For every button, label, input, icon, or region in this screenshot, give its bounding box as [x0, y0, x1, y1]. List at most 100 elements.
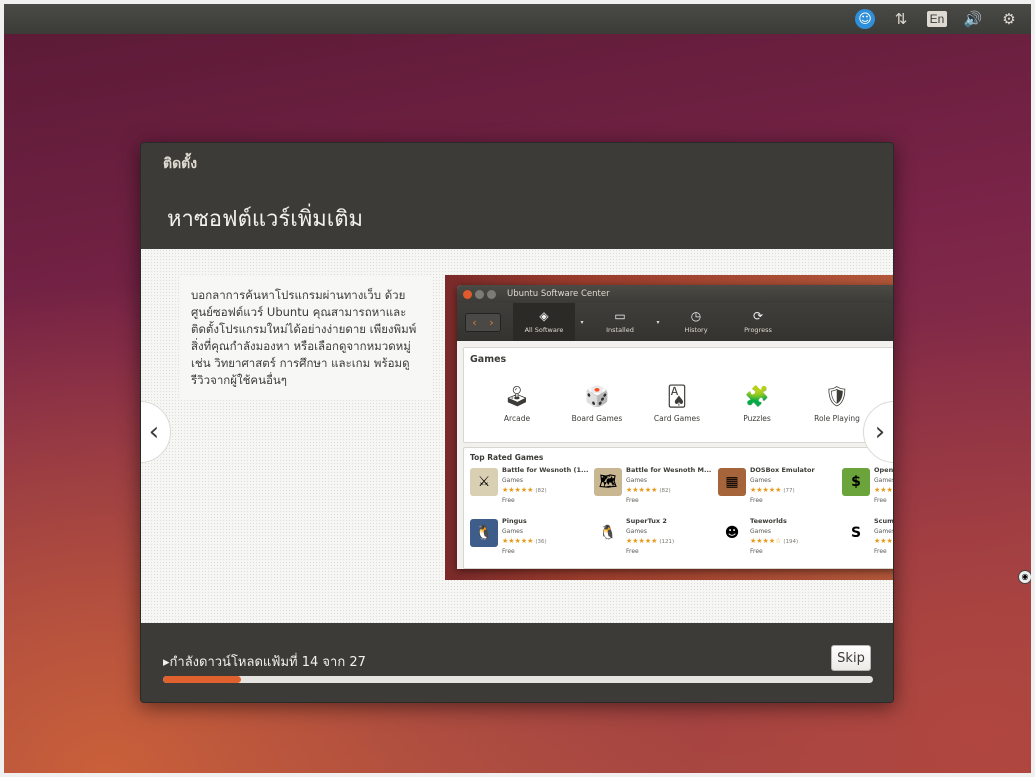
keyboard-layout-icon[interactable]: En [925, 7, 949, 31]
app-name: Teeworlds [750, 517, 787, 525]
category-4: 🛡 Role Playing [802, 382, 872, 423]
app-price: Free [874, 548, 887, 555]
top-rated-section: Top Rated Games ⚔ Battle for Wesnoth (1..… [463, 447, 894, 569]
app-item: ⚔ Battle for Wesnoth (1... Games Free ★★★★★(… [466, 464, 590, 514]
rating-count: (77) [783, 488, 795, 494]
slideshow: บอกลาการค้นหาโปรแกรมผ่านทางเว็บ ด้วยศูนย… [141, 249, 894, 623]
window-maximize-icon [487, 289, 496, 299]
settings-gear-icon[interactable]: ⚙ [997, 7, 1021, 31]
app-rating: ★★★★★ [874, 486, 893, 494]
dropdown-arrow-icon: ▾ [656, 318, 660, 326]
app-price: Free [750, 497, 763, 504]
app-rating: ★★★★★ (82) [626, 486, 671, 494]
app-category: Games [502, 477, 523, 484]
rating-stars: ★★★★★ [874, 537, 893, 545]
scummvm-icon: S [842, 519, 870, 547]
accessibility-icon[interactable]: ☺ [853, 7, 877, 31]
app-category: Games [626, 528, 647, 535]
app-price: Free [502, 497, 515, 504]
app-price: Free [626, 548, 639, 555]
dice-icon: 🎲 [584, 384, 610, 408]
app-rating: ★★★★★ (82) [502, 486, 547, 494]
tool-progress: ⟳ Progress [744, 309, 772, 334]
top-panel: ☺ ⇅ En 🔊 ⚙ [4, 4, 1031, 34]
back-arrow-icon: ‹ [466, 313, 483, 331]
rating-stars: ★★★★★ [750, 486, 782, 494]
rating-stars: ★★★★★ [502, 486, 534, 494]
software-center-window: Ubuntu Software Center ‹ › ◈ All Softwar… [457, 285, 894, 569]
progress-bar-fill [163, 676, 242, 683]
rating-count: (194) [783, 539, 799, 545]
dialog-title: ติดตั้ง [163, 156, 198, 172]
top-rated-heading: Top Rated Games [470, 453, 544, 462]
puzzle-icon: 🧩 [744, 384, 770, 408]
arcade-cabinet-icon: 🕹 [504, 384, 530, 408]
cards-icon: 🂡 [666, 384, 688, 408]
dropdown-arrow-icon: ▾ [580, 318, 584, 326]
app-item: $ OpenTTD Games Free ★★★★★ [838, 464, 893, 514]
skip-button[interactable]: Skip [831, 645, 871, 671]
app-item: ☻ Teeworlds Games Free ★★★★☆ (194) [714, 515, 838, 565]
app-rating: ★★★★★ (121) [626, 537, 674, 545]
desktop-background: ☺ ⇅ En 🔊 ⚙ ติดตั้ง หาซอฟต์แวร์เพิ่มเติม … [4, 4, 1031, 773]
app-name: DOSBox Emulator [750, 466, 815, 474]
installer-dialog: ติดตั้ง หาซอฟต์แวร์เพิ่มเติม บอกลาการค้น… [140, 142, 894, 703]
app-price: Free [626, 497, 639, 504]
games-section: Games 🕹 Arcade 🎲 Board Games 🂡 Card Games 🧩 Puz… [463, 347, 893, 443]
rating-count: (82) [535, 488, 547, 494]
dialog-footer: ▸กำลังดาวน์โหลดแฟ้มที่ 14 จาก 27 Skip [141, 623, 893, 702]
mouse-cursor-icon: ◉ [1018, 570, 1031, 584]
category-label: Role Playing [814, 414, 860, 423]
app-rating: ★★★★☆ (194) [750, 537, 798, 545]
wesnoth-map-icon: 🗺 [594, 468, 622, 496]
app-rating: ★★★★★ [874, 537, 893, 545]
app-item: 🐧 SuperTux 2 Games Free ★★★★★ (121) [590, 515, 714, 565]
rating-stars: ★★★★★ [626, 486, 658, 494]
rating-stars: ★★★★☆ [750, 537, 782, 545]
rating-count: (82) [659, 488, 671, 494]
app-name: SuperTux 2 [626, 517, 667, 525]
category-0: 🕹 Arcade [482, 382, 552, 423]
volume-icon[interactable]: 🔊 [961, 7, 985, 31]
app-name: Pingus [502, 517, 527, 525]
category-3: 🧩 Puzzles [722, 382, 792, 423]
app-item: 🐧 Pingus Games Free ★★★★★ (36) [466, 515, 590, 565]
dosbox-icon: ▦ [718, 468, 746, 496]
category-2: 🂡 Card Games [642, 382, 712, 423]
rating-count: (36) [535, 539, 547, 545]
app-price: Free [502, 548, 515, 555]
app-name: Scummvm [874, 517, 894, 525]
app-category: Games [502, 528, 523, 535]
category-label: Board Games [571, 414, 623, 423]
package-icon: ◈ [539, 309, 549, 323]
app-item: 🗺 Battle for Wesnoth M... Games Free ★★★★★ (8… [590, 464, 714, 514]
nav-arrows: ‹ › [465, 312, 501, 332]
role-playing-icon: 🛡 [824, 384, 850, 408]
monitor-icon: ▭ [614, 309, 626, 323]
app-name: Battle for Wesnoth M... [626, 466, 712, 474]
software-center-screenshot: Ubuntu Software Center ‹ › ◈ All Softwar… [445, 275, 894, 580]
rating-stars: ★★★★★ [502, 537, 534, 545]
pingus-icon: 🐧 [470, 519, 498, 547]
app-category: Games [626, 477, 647, 484]
tool-all-software: ◈ All Software [513, 303, 575, 341]
progress-bar [163, 676, 873, 683]
category-label: Puzzles [743, 414, 771, 423]
language-indicator: En [926, 11, 948, 27]
rating-stars: ★★★★★ [626, 537, 658, 545]
games-heading: Games [470, 354, 507, 365]
wesnoth-shield-icon: ⚔ [470, 468, 498, 496]
category-1: 🎲 Board Games [562, 382, 632, 423]
refresh-icon: ⟳ [752, 309, 764, 323]
category-label: Arcade [503, 414, 531, 423]
app-name: Battle for Wesnoth (1... [502, 466, 589, 474]
software-center-toolbar: ‹ › ◈ All Software ▾ ▭ Installed ▾ ◷ His… [457, 303, 893, 341]
software-center-body: Games 🕹 Arcade 🎲 Board Games 🂡 Card Games 🧩 Puz… [463, 347, 894, 569]
app-item: ▦ DOSBox Emulator Games Free ★★★★★ (77) [714, 464, 838, 514]
app-item: S Scummvm Games Free ★★★★★ [838, 515, 894, 565]
app-price: Free [874, 497, 887, 504]
network-icon[interactable]: ⇅ [889, 7, 913, 31]
window-title: Ubuntu Software Center [507, 289, 610, 299]
previous-slide-button[interactable]: ‹ [141, 401, 171, 463]
app-rating: ★★★★★ (77) [750, 486, 795, 494]
